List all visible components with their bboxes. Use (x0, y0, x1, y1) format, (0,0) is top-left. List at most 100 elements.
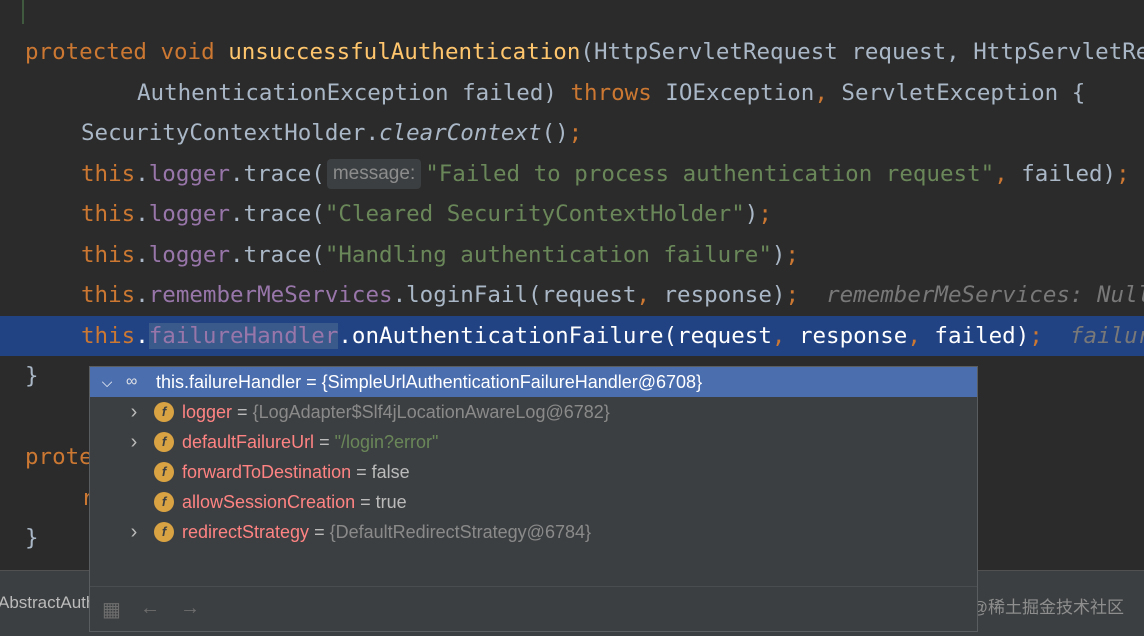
field-value: {DefaultRedirectStrategy@6784} (329, 522, 592, 542)
popup-footer: ▦ ← → (90, 586, 977, 631)
chevron-right-icon[interactable]: › (127, 427, 141, 457)
field-text: allowSessionCreation = true (182, 487, 407, 517)
code-line-3[interactable]: SecurityContextHolder.clearContext(); (0, 113, 1144, 153)
code-token: "Cleared SecurityContextHolder" (324, 201, 745, 227)
field-eq: = (309, 522, 330, 542)
code-token: ServletException { (827, 80, 1086, 106)
code-line-4[interactable]: this.logger.trace(message: "Failed to pro… (0, 154, 1144, 194)
back-arrow-icon[interactable]: ← (140, 597, 160, 620)
code-token: logger (148, 242, 231, 268)
code-token: "Handling authentication failure" (324, 242, 772, 268)
code-token: } (25, 525, 39, 551)
code-token: .trace( (230, 242, 325, 268)
code-line-6[interactable]: this.logger.trace("Handling authenticati… (0, 235, 1144, 275)
code-token: logger (148, 161, 231, 187)
inline-debug-value: rememberMeServices: NullRememberMeServic… (826, 282, 1144, 308)
field-icon: f (154, 462, 174, 482)
code-token: this (81, 161, 136, 187)
code-token: failed) (1007, 161, 1117, 187)
code-token: .trace( (230, 201, 325, 227)
code-content: } (25, 356, 39, 396)
code-token: . (135, 242, 149, 268)
code-token: SecurityContextHolder. (81, 120, 380, 146)
field-eq: = (351, 462, 372, 482)
code-token: this (81, 201, 136, 227)
code-token: (HttpServletRequest request, HttpServlet… (580, 39, 1144, 65)
code-token: ; (1116, 161, 1130, 187)
code-token: ; (785, 282, 799, 308)
code-token: } (25, 363, 39, 389)
code-token: . (135, 201, 149, 227)
field-text: redirectStrategy = {DefaultRedirectStrat… (182, 517, 591, 547)
watermark: @稀土掘金技术社区 (970, 598, 1124, 617)
field-icon: f (154, 492, 174, 512)
chevron-right-icon[interactable]: › (127, 517, 141, 547)
chevron-right-icon[interactable]: › (127, 397, 141, 427)
code-content: protected void unsuccessfulAuthenticatio… (25, 32, 1144, 72)
field-value: false (371, 462, 410, 482)
code-line-5[interactable]: this.logger.trace("Cleared SecurityConte… (0, 194, 1144, 234)
code-content: this.logger.trace("Handling authenticati… (81, 235, 799, 275)
code-token: failed) (920, 323, 1030, 349)
field-row-allowSessionCreation[interactable]: f allowSessionCreation = true (90, 487, 977, 517)
watch-glasses-icon: ∞ (126, 373, 138, 390)
field-icon: f (154, 432, 174, 452)
field-eq: = (355, 492, 376, 512)
code-line-1[interactable]: protected void unsuccessfulAuthenticatio… (0, 32, 1144, 72)
chevron-down-icon[interactable]: ⌵ (100, 367, 114, 397)
code-token: void (160, 39, 215, 65)
code-token: ; (568, 120, 583, 146)
field-name: allowSessionCreation (182, 492, 356, 512)
code-token: . (135, 161, 149, 187)
code-token: logger (148, 201, 231, 227)
code-line-2[interactable]: AuthenticationException failed) throws I… (0, 73, 1144, 113)
code-token: this (81, 323, 136, 349)
field-value: "/login?error" (334, 432, 439, 452)
popup-root-row[interactable]: ⌵ ∞ this.failureHandler = {SimpleUrlAuth… (90, 367, 977, 397)
field-icon: f (154, 522, 174, 542)
code-token: , (994, 161, 1008, 187)
code-content: } (25, 518, 39, 558)
code-token: this (81, 282, 136, 308)
code-token: () (541, 120, 569, 146)
field-row-forwardToDestination[interactable]: f forwardToDestination = false (90, 457, 977, 487)
code-token: this (81, 242, 136, 268)
field-text: forwardToDestination = false (182, 457, 410, 487)
code-token: , (636, 282, 650, 308)
code-token: ) (771, 242, 786, 268)
field-eq: = (314, 432, 335, 452)
field-name: defaultFailureUrl (182, 432, 315, 452)
field-row-redirectStrategy[interactable]: › f redirectStrategy = {DefaultRedirectStr… (90, 517, 977, 547)
forward-arrow-icon[interactable]: → (180, 597, 200, 620)
field-value: true (375, 492, 407, 512)
field-row-defaultFailureUrl[interactable]: › f defaultFailureUrl = "/login?error" (90, 427, 977, 457)
field-value: {LogAdapter$Slf4jLocationAwareLog@6782} (252, 402, 610, 422)
code-line-7[interactable]: this.rememberMeServices.loginFail(reques… (0, 275, 1144, 315)
code-content: SecurityContextHolder.clearContext(); (81, 113, 582, 153)
object-browser-icon[interactable]: ▦ (102, 597, 121, 622)
field-name: redirectStrategy (182, 522, 310, 542)
field-row-logger[interactable]: › f logger = {LogAdapter$Slf4jLocationAwar… (90, 397, 977, 427)
root-value: {SimpleUrlAuthenticationFailureHandler@6… (321, 372, 703, 392)
code-token: unsuccessfulAuthentication (228, 39, 581, 65)
debug-value-popup[interactable]: ⌵ ∞ this.failureHandler = {SimpleUrlAuth… (89, 366, 978, 632)
code-token: IOException (651, 80, 815, 106)
code-token: .trace( (230, 161, 325, 187)
code-token: ; (785, 242, 799, 268)
code-token: ; (1029, 323, 1043, 349)
field-text: defaultFailureUrl = "/login?error" (182, 427, 438, 457)
inline-debug-value: failureHandler: SimpleUrlAuthenticationF… (1069, 323, 1144, 349)
code-token: failureHandler (148, 323, 339, 349)
code-token: ; (758, 201, 772, 227)
code-token: response) (649, 282, 786, 308)
code-token: clearContext (379, 120, 542, 146)
code-token: protected (25, 39, 147, 65)
code-token: .loginFail(request (392, 282, 637, 308)
field-name: logger (182, 402, 233, 422)
field-icon: f (154, 402, 174, 422)
code-content: this.failureHandler.onAuthenticationFail… (81, 316, 1144, 356)
code-line-8-current[interactable]: this.failureHandler.onAuthenticationFail… (0, 316, 1144, 356)
parameter-hint: message: (326, 159, 422, 189)
code-content: this.logger.trace(message: "Failed to pro… (81, 154, 1130, 194)
